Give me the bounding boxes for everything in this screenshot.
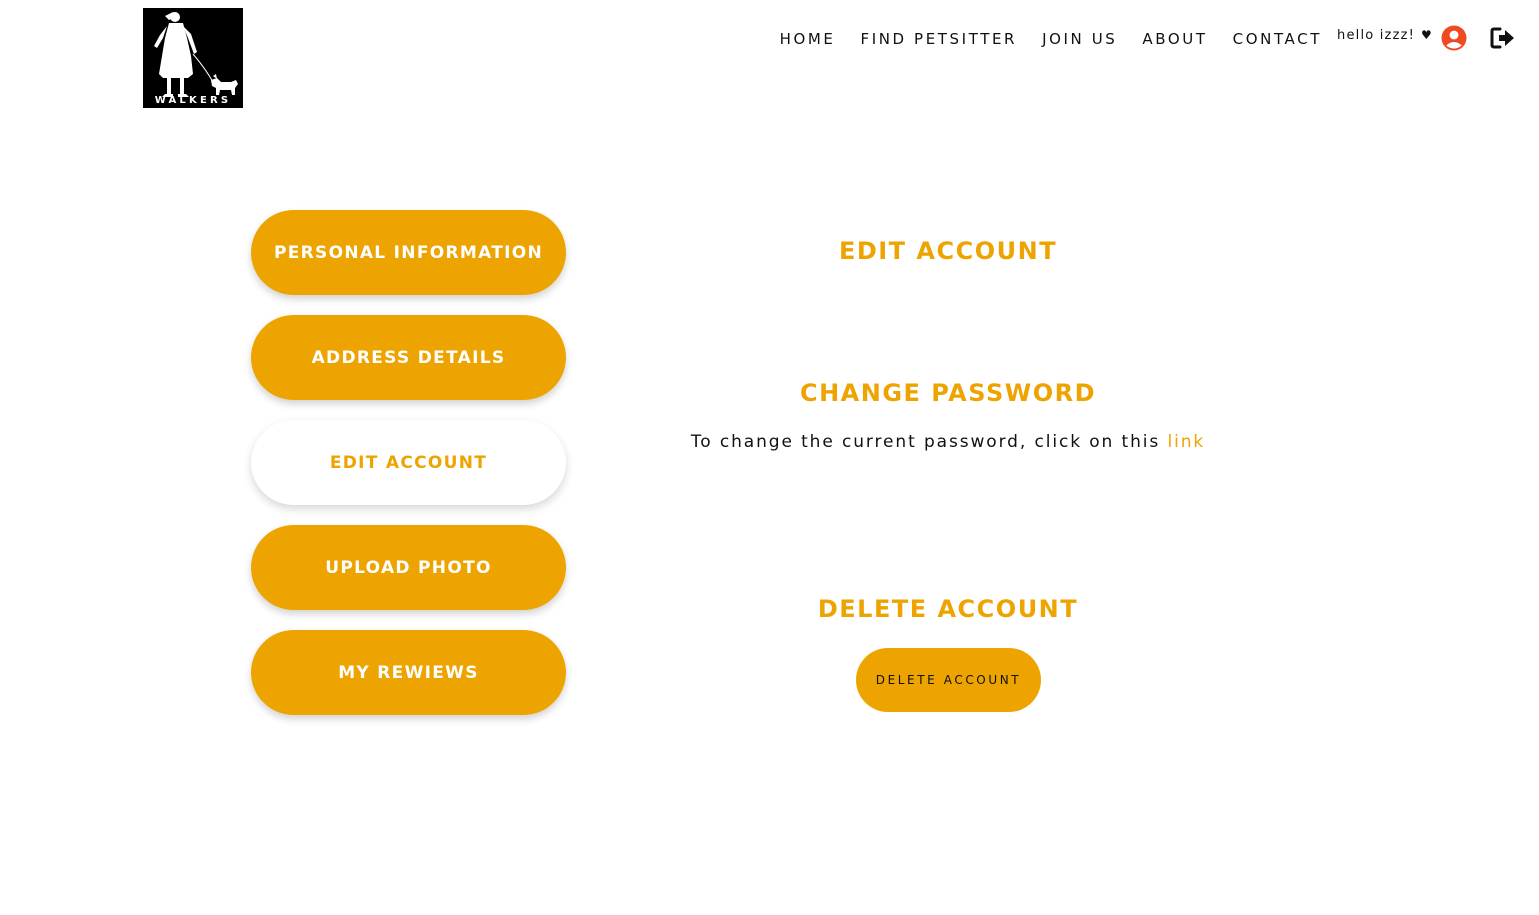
logo-text: WALKERS (154, 95, 232, 106)
nav-find-petsitter[interactable]: FIND PETSITTER (860, 30, 1017, 48)
sidebar-item-label: MY REWIEWS (338, 662, 479, 683)
page-title: EDIT ACCOUNT (838, 237, 1058, 265)
sidebar-item-my-reviews[interactable]: MY REWIEWS (251, 630, 566, 715)
change-password-link[interactable]: link (1167, 432, 1205, 452)
user-greeting: hello izzz! (1337, 28, 1416, 43)
sidebar-item-personal-information[interactable]: PERSONAL INFORMATION (251, 210, 566, 295)
user-menu: hello izzz! ♥ (1337, 24, 1467, 52)
heart-icon: ♥ (1421, 28, 1432, 42)
sidebar-item-label: EDIT ACCOUNT (329, 452, 488, 473)
change-password-heading: CHANGE PASSWORD (799, 379, 1097, 407)
change-password-instruction: To change the current password, click on… (690, 432, 1161, 452)
sidebar-item-upload-photo[interactable]: UPLOAD PHOTO (251, 525, 566, 610)
main-nav: HOME FIND PETSITTER JOIN US ABOUT CONTAC… (780, 30, 1322, 48)
user-circle-icon[interactable] (1441, 25, 1467, 51)
sidebar-item-edit-account[interactable]: EDIT ACCOUNT (251, 420, 566, 505)
page: WALKERS HOME FIND PETSITTER JOIN US ABOU… (0, 0, 1539, 915)
change-password-text: To change the current password, click on… (650, 431, 1246, 453)
delete-account-heading: DELETE ACCOUNT (817, 595, 1079, 623)
sidebar-item-label: UPLOAD PHOTO (325, 557, 492, 578)
sidebar-item-label: PERSONAL INFORMATION (273, 242, 544, 263)
walkers-logo[interactable]: WALKERS (143, 8, 243, 108)
delete-account-button[interactable]: DELETE ACCOUNT (856, 648, 1041, 712)
nav-join-us[interactable]: JOIN US (1042, 30, 1117, 48)
sidebar-item-address-details[interactable]: ADDRESS DETAILS (251, 315, 566, 400)
sign-out-icon[interactable] (1490, 26, 1516, 50)
sidebar-item-label: ADDRESS DETAILS (311, 347, 506, 368)
nav-contact[interactable]: CONTACT (1233, 30, 1322, 48)
walker-figure-icon (154, 12, 238, 97)
nav-about[interactable]: ABOUT (1142, 30, 1207, 48)
nav-home[interactable]: HOME (780, 30, 836, 48)
